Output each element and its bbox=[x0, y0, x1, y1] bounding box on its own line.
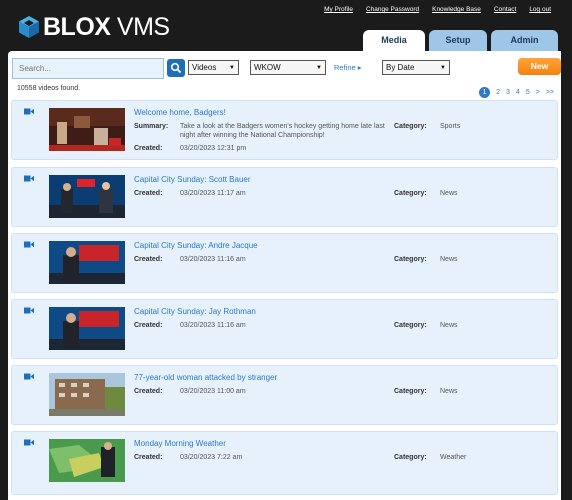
chevron-down-icon: ▼ bbox=[440, 64, 446, 71]
page-current[interactable]: 1 bbox=[479, 87, 491, 98]
video-thumbnail[interactable] bbox=[49, 439, 125, 482]
video-category: News bbox=[440, 322, 458, 329]
chevron-down-icon: ▼ bbox=[229, 64, 235, 71]
contact-link[interactable]: Contact bbox=[494, 6, 516, 13]
video-created: 03/20/2023 11:00 am bbox=[180, 388, 246, 395]
search-input[interactable] bbox=[12, 58, 164, 79]
video-title[interactable]: 77-year-old woman attacked by stranger bbox=[134, 373, 277, 382]
knowledge-base-link[interactable]: Knowledge Base bbox=[432, 6, 481, 13]
media-type-value: Videos bbox=[192, 63, 217, 72]
log-out-link[interactable]: Log out bbox=[529, 6, 551, 13]
video-title[interactable]: Welcome home, Badgers! bbox=[134, 108, 226, 117]
video-title[interactable]: Capital City Sunday: Scott Bauer bbox=[134, 175, 251, 184]
category-label: Category: bbox=[394, 123, 427, 130]
main-tabs: Media Setup Admin bbox=[363, 30, 558, 51]
created-label: Created: bbox=[134, 454, 163, 461]
video-camera-icon bbox=[24, 175, 34, 182]
sort-value: By Date bbox=[386, 63, 415, 72]
new-button[interactable]: New bbox=[518, 58, 561, 75]
category-label: Category: bbox=[394, 190, 427, 197]
video-item: Capital City Sunday: Andre Jacque Create… bbox=[11, 233, 558, 293]
next-page-link[interactable]: > bbox=[536, 89, 540, 96]
video-category: Sports bbox=[440, 123, 461, 130]
tab-setup[interactable]: Setup bbox=[429, 30, 487, 51]
video-thumbnail[interactable] bbox=[49, 307, 125, 350]
logo-thin: VMS bbox=[110, 13, 170, 41]
change-password-link[interactable]: Change Password bbox=[366, 6, 419, 13]
media-type-select[interactable]: Videos ▼ bbox=[188, 60, 239, 75]
search-icon bbox=[170, 62, 182, 74]
video-camera-icon bbox=[24, 307, 34, 314]
video-item: Monday Morning Weather Created: 03/20/20… bbox=[11, 431, 558, 495]
cube-logo-icon bbox=[19, 16, 39, 38]
last-page-link[interactable]: >> bbox=[546, 89, 554, 96]
video-created: 03/20/2023 11:16 am bbox=[180, 322, 246, 329]
tab-admin[interactable]: Admin bbox=[491, 30, 558, 51]
video-category: Weather bbox=[440, 454, 467, 461]
page-link[interactable]: 2 bbox=[496, 89, 500, 96]
video-thumbnail[interactable] bbox=[49, 175, 125, 218]
video-category: News bbox=[440, 388, 458, 395]
video-item: Welcome home, Badgers! Summary: Take a l… bbox=[11, 100, 558, 160]
search-toolbar: Videos ▼ WKOW ▼ Refine ▸ By Date ▼ New bbox=[12, 58, 561, 80]
video-summary: Take a look at the Badgers women's hocke… bbox=[180, 123, 385, 139]
logo-bold: BLOX bbox=[43, 13, 111, 41]
video-created: 03/20/2023 12:31 pm bbox=[180, 145, 247, 152]
search-button[interactable] bbox=[167, 59, 185, 77]
video-title[interactable]: Capital City Sunday: Jay Rothman bbox=[134, 307, 256, 316]
sort-select[interactable]: By Date ▼ bbox=[382, 60, 450, 75]
category-label: Category: bbox=[394, 388, 427, 395]
created-label: Created: bbox=[134, 388, 163, 395]
video-item: Capital City Sunday: Jay Rothman Created… bbox=[11, 299, 558, 359]
category-label: Category: bbox=[394, 454, 427, 461]
created-label: Created: bbox=[134, 145, 163, 152]
top-links: My Profile Change Password Knowledge Bas… bbox=[324, 6, 551, 13]
category-label: Category: bbox=[394, 322, 427, 329]
blox-vms-logo: BLOX VMS bbox=[18, 14, 170, 40]
video-thumbnail[interactable] bbox=[49, 108, 125, 151]
summary-label: Summary: bbox=[134, 123, 169, 130]
video-title[interactable]: Capital City Sunday: Andre Jacque bbox=[134, 241, 258, 250]
video-camera-icon bbox=[24, 373, 34, 380]
video-created: 03/20/2023 11:16 am bbox=[180, 256, 246, 263]
page-link[interactable]: 4 bbox=[516, 89, 520, 96]
my-profile-link[interactable]: My Profile bbox=[324, 6, 353, 13]
video-thumbnail[interactable] bbox=[49, 241, 125, 284]
video-title[interactable]: Monday Morning Weather bbox=[134, 439, 226, 448]
logo-text: BLOX VMS bbox=[43, 14, 170, 40]
created-label: Created: bbox=[134, 190, 163, 197]
station-select[interactable]: WKOW ▼ bbox=[250, 60, 326, 75]
video-created: 03/20/2023 11:17 am bbox=[180, 190, 246, 197]
chevron-down-icon: ▼ bbox=[316, 64, 322, 71]
video-camera-icon bbox=[24, 439, 34, 446]
video-category: News bbox=[440, 190, 458, 197]
video-created: 03/20/2023 7:22 am bbox=[180, 454, 243, 461]
results-count: 10558 videos found. bbox=[17, 85, 81, 92]
created-label: Created: bbox=[134, 256, 163, 263]
video-camera-icon bbox=[24, 241, 34, 248]
video-camera-icon bbox=[24, 108, 34, 115]
video-item: 77-year-old woman attacked by stranger C… bbox=[11, 365, 558, 425]
page-link[interactable]: 3 bbox=[506, 89, 510, 96]
media-panel: Videos ▼ WKOW ▼ Refine ▸ By Date ▼ New 1055… bbox=[8, 51, 561, 500]
video-item: Capital City Sunday: Scott Bauer Created… bbox=[11, 167, 558, 227]
page-link[interactable]: 5 bbox=[526, 89, 530, 96]
tab-media[interactable]: Media bbox=[363, 30, 425, 51]
station-value: WKOW bbox=[254, 63, 281, 72]
refine-link[interactable]: Refine ▸ bbox=[334, 63, 362, 72]
pagination: 1 2 3 4 5 > >> bbox=[479, 87, 554, 98]
video-thumbnail[interactable] bbox=[49, 373, 125, 416]
category-label: Category: bbox=[394, 256, 427, 263]
video-category: News bbox=[440, 256, 458, 263]
created-label: Created: bbox=[134, 322, 163, 329]
